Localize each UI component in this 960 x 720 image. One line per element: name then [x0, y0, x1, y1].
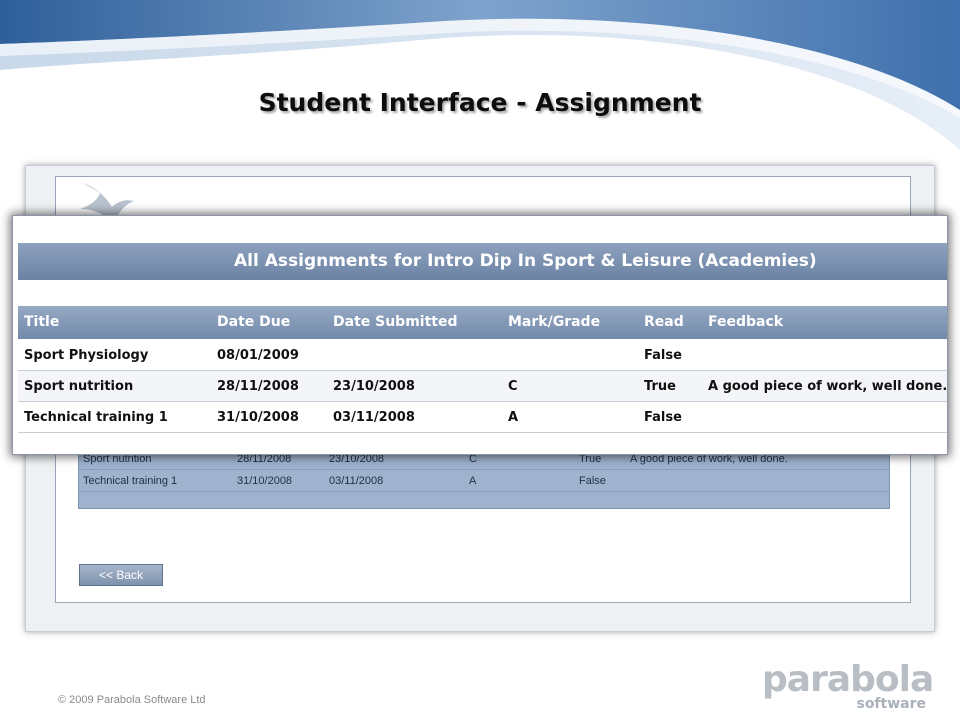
background-assignments-table: Sport nutrition 28/11/2008 23/10/2008 C … [78, 447, 890, 509]
table-row[interactable]: Sport Physiology 08/01/2009 False [18, 340, 947, 371]
cell-mark-grade: A [508, 410, 519, 425]
assignments-table: Title Date Due Date Submitted Mark/Grade… [18, 306, 948, 433]
column-header-read[interactable]: Read [644, 314, 684, 330]
slide-title: Student Interface - Assignment [258, 88, 702, 117]
table-row[interactable]: Technical training 1 31/10/2008 03/11/20… [79, 470, 889, 492]
cell-read: False [644, 410, 682, 425]
brand-name: parabola [762, 659, 934, 700]
column-header-feedback[interactable]: Feedback [708, 314, 783, 330]
cell-date-submitted: 03/11/2008 [333, 410, 415, 425]
column-header-title[interactable]: Title [24, 314, 59, 330]
cell-read: True [644, 379, 676, 394]
cell-date-submitted: 23/10/2008 [333, 379, 415, 394]
table-row[interactable]: Sport nutrition 28/11/2008 23/10/2008 C … [18, 371, 948, 402]
column-header-date-due[interactable]: Date Due [217, 314, 290, 330]
column-header-mark-grade[interactable]: Mark/Grade [508, 314, 600, 330]
table-header-row: Title Date Due Date Submitted Mark/Grade… [18, 306, 947, 339]
table-row[interactable]: Technical training 1 31/10/2008 03/11/20… [18, 402, 947, 433]
copyright-text: © 2009 Parabola Software Ltd [58, 694, 206, 706]
brand-tagline: software [856, 696, 926, 712]
back-button[interactable]: << Back [79, 564, 163, 586]
cell-title[interactable]: Technical training 1 [24, 410, 168, 425]
cell-feedback: A good piece of work, well done. [708, 379, 948, 394]
cell-date-due: 31/10/2008 [217, 410, 299, 425]
cell-mark-grade: C [508, 379, 518, 394]
cell-date-due: 08/01/2009 [217, 348, 299, 363]
parabola-logo: parabola software [762, 659, 934, 716]
cell-title[interactable]: Sport nutrition [24, 379, 133, 394]
cell-read: False [644, 348, 682, 363]
zoomed-assignments-panel: All Assignments for Intro Dip In Sport &… [12, 215, 948, 455]
cell-title[interactable]: Sport Physiology [24, 348, 148, 363]
cell-date-due: 28/11/2008 [217, 379, 299, 394]
assignments-heading: All Assignments for Intro Dip In Sport &… [18, 243, 947, 280]
column-header-date-submitted[interactable]: Date Submitted [333, 314, 458, 330]
